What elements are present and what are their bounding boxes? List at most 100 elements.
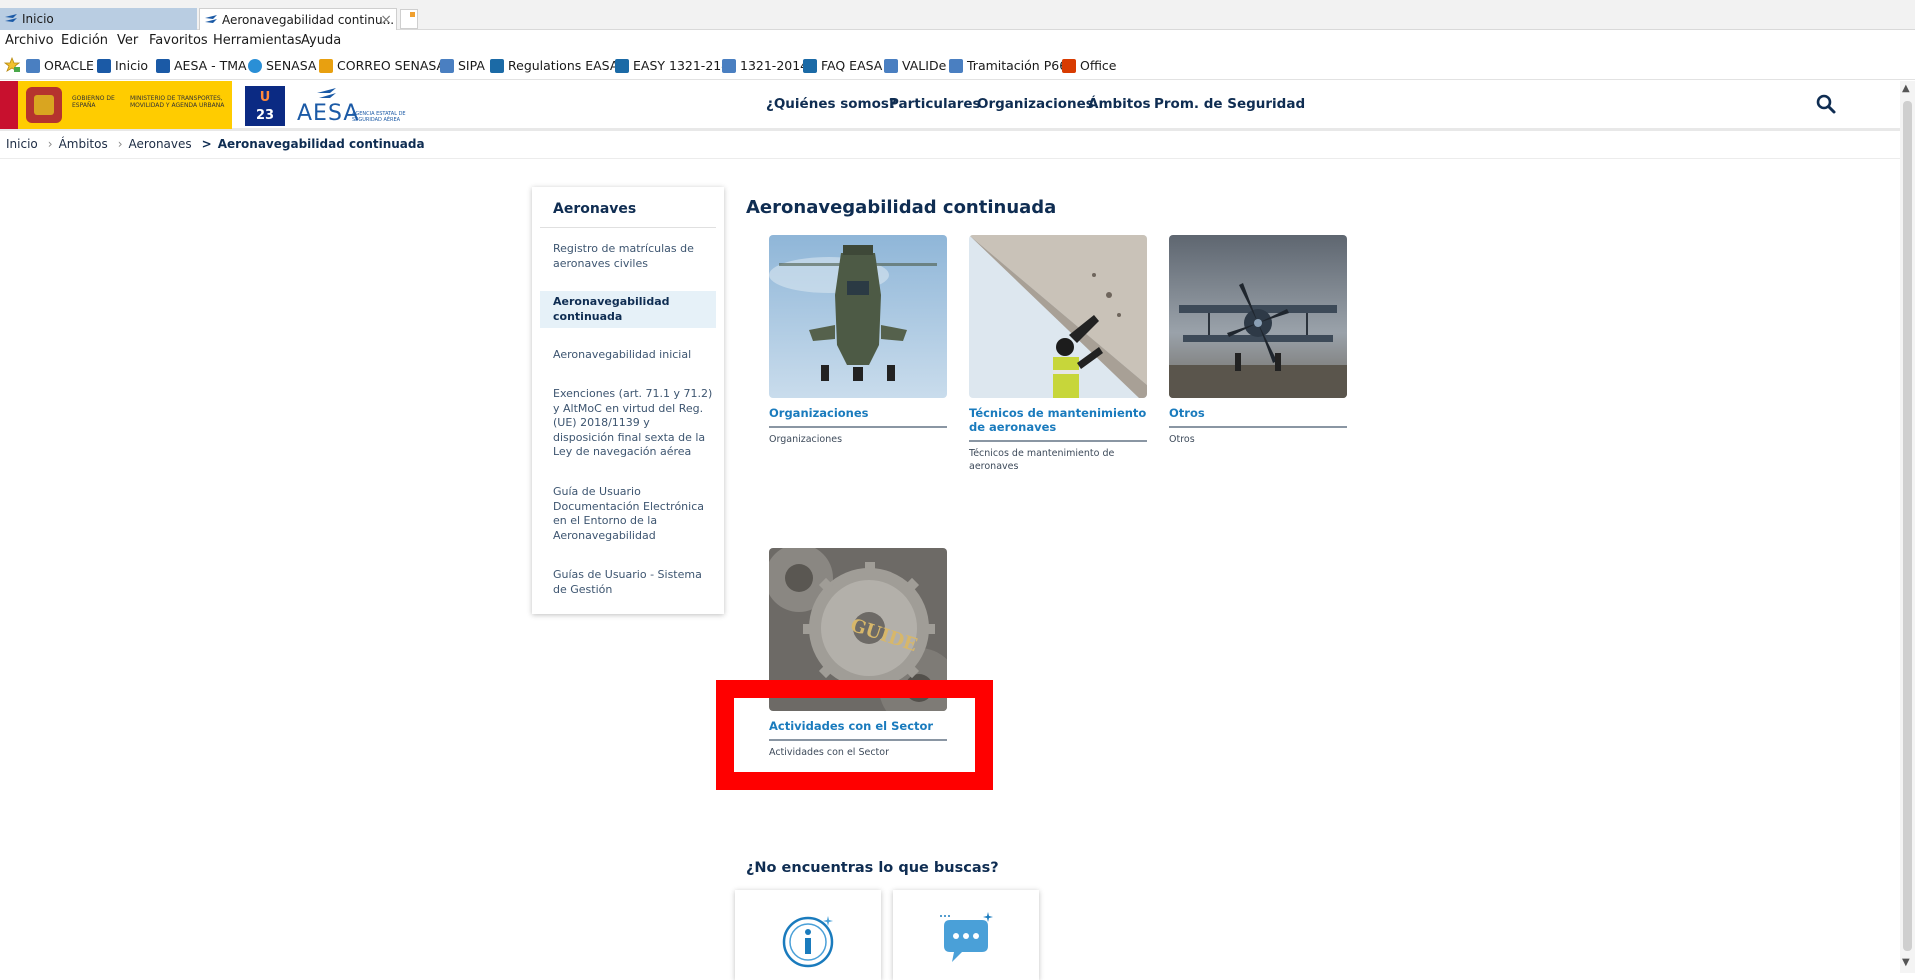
ie-page-icon: [722, 59, 736, 73]
ie-page-icon: [949, 59, 963, 73]
sidebar-item-registro[interactable]: Registro de matrículas de aeronaves civi…: [553, 242, 713, 271]
easa-icon: [803, 59, 817, 73]
aesa-icon: [97, 59, 111, 73]
site-header: GOBIERNO DE ESPAÑA MINISTERIO DE TRANSPO…: [0, 81, 1900, 131]
helicopter-image[interactable]: [769, 235, 947, 398]
nav-prom-seguridad[interactable]: Prom. de Seguridad: [1154, 96, 1305, 112]
nav-ambitos[interactable]: Ámbitos: [1088, 96, 1151, 112]
fav-regulations-easa[interactable]: Regulations EASA: [490, 58, 618, 73]
menu-ver[interactable]: Ver: [117, 33, 138, 48]
fav-1321-2014[interactable]: 1321-2014: [722, 58, 808, 73]
card-description: Técnicos de mantenimiento de aeronaves: [969, 448, 1115, 472]
fav-tramitacion-p66[interactable]: Tramitación P66: [949, 58, 1067, 73]
flag-stripe: [0, 81, 18, 129]
card-title[interactable]: Otros: [1169, 406, 1347, 420]
breadcrumb-separator: ›: [117, 137, 123, 151]
menu-herramientas[interactable]: Herramientas: [213, 33, 302, 48]
senasa-icon: [248, 59, 262, 73]
highlight-annotation-box: [716, 680, 993, 790]
aesa-favicon-icon: [5, 14, 17, 22]
breadcrumb-divider: [0, 158, 1900, 159]
card-divider: [969, 440, 1147, 442]
menu-favoritos[interactable]: Favoritos: [149, 33, 208, 48]
card-otros[interactable]: Otros Otros: [1169, 235, 1347, 455]
ie-page-icon: [440, 59, 454, 73]
vertical-scrollbar[interactable]: ▲ ▼: [1900, 81, 1915, 973]
card-tecnicos-mantenimiento[interactable]: Técnicos de mantenimiento de aeronaves T…: [969, 235, 1147, 475]
card-divider: [1169, 426, 1347, 428]
fav-office[interactable]: Office: [1062, 58, 1117, 73]
fav-aesa-tma[interactable]: AESA - TMA: [156, 58, 247, 73]
sidebar-item-aeronavegabilidad-inicial[interactable]: Aeronavegabilidad inicial: [553, 348, 713, 363]
sidebar: Aeronaves Registro de matrículas de aero…: [532, 187, 724, 614]
card-title[interactable]: Organizaciones: [769, 406, 947, 420]
nav-organizaciones[interactable]: Organizaciones: [977, 96, 1094, 112]
office-icon: [1062, 59, 1076, 73]
u23-logo: U 23: [245, 86, 285, 126]
menu-archivo[interactable]: Archivo: [5, 33, 54, 48]
ie-page-icon: [26, 59, 40, 73]
info-icon: [782, 916, 834, 968]
fav-oracle[interactable]: ORACLE: [26, 58, 94, 73]
scroll-up-icon[interactable]: ▲: [1902, 83, 1910, 94]
sidebar-item-exenciones[interactable]: Exenciones (art. 71.1 y 71.2) y AltMoC e…: [553, 387, 713, 460]
scrollbar-thumb[interactable]: [1903, 101, 1912, 951]
card-divider: [769, 426, 947, 428]
scroll-down-icon[interactable]: ▼: [1902, 957, 1910, 968]
breadcrumb-separator: >: [201, 137, 212, 151]
aesa-logo[interactable]: AESA AGENCIA ESTATAL DE SEGURIDAD AÉREA: [297, 87, 427, 126]
fav-inicio[interactable]: Inicio: [97, 58, 148, 73]
fav-senasa[interactable]: SENASA: [248, 58, 316, 73]
nav-particulares[interactable]: Particulares: [889, 96, 981, 112]
help-card-chat[interactable]: [893, 890, 1039, 980]
sidebar-divider: [540, 227, 716, 228]
menu-ayuda[interactable]: Ayuda: [301, 33, 341, 48]
help-section-title: ¿No encuentras lo que buscas?: [746, 860, 999, 876]
sidebar-item-guias-sistema-gestion[interactable]: Guías de Usuario - Sistema de Gestión: [553, 568, 713, 597]
browser-tabstrip: Inicio Aeronavegabilidad continu... ×: [0, 0, 1915, 30]
technician-image[interactable]: [969, 235, 1147, 398]
fav-faq-easa[interactable]: FAQ EASA: [803, 58, 882, 73]
breadcrumb-ambitos[interactable]: Ámbitos: [59, 137, 108, 151]
easa-icon: [615, 59, 629, 73]
aesa-icon: [156, 59, 170, 73]
tab-aeronavegabilidad[interactable]: Aeronavegabilidad continu... ×: [199, 8, 397, 30]
sidebar-item-guia-documentacion[interactable]: Guía de Usuario Documentación Electrónic…: [553, 485, 713, 543]
new-tab-button[interactable]: [400, 9, 418, 29]
chat-icon: [940, 912, 993, 962]
tab-label: Aeronavegabilidad continu...: [222, 13, 395, 27]
page-title: Aeronavegabilidad continuada: [746, 197, 1057, 218]
menu-bar: Archivo Edición Ver Favoritos Herramient…: [0, 30, 1915, 52]
breadcrumb-inicio[interactable]: Inicio: [6, 137, 38, 151]
gov-logo-text: GOBIERNO DE ESPAÑA: [72, 95, 115, 109]
fav-easy[interactable]: EASY 1321-214: [615, 58, 729, 73]
fav-correo-senasa[interactable]: CORREO SENASA: [319, 58, 445, 73]
coat-of-arms-icon: [26, 87, 62, 123]
ie-page-icon: [884, 59, 898, 73]
breadcrumb-current: Aeronavegabilidad continuada: [217, 137, 425, 151]
card-description: Otros: [1169, 434, 1195, 445]
search-icon[interactable]: [1815, 93, 1837, 115]
aesa-wing-icon: [317, 88, 336, 98]
fav-sipa[interactable]: SIPA: [440, 58, 485, 73]
aesa-favicon-icon: [205, 15, 217, 23]
tab-close-icon[interactable]: ×: [380, 9, 392, 30]
ministry-logo-text: MINISTERIO DE TRANSPORTES, MOVILIDAD Y A…: [130, 95, 225, 109]
nav-quienes-somos[interactable]: ¿Quiénes somos?: [766, 96, 897, 112]
favorites-star-icon[interactable]: [3, 56, 21, 76]
breadcrumb-aeronaves[interactable]: Aeronaves: [129, 137, 192, 151]
sidebar-item-aeronavegabilidad-continuada[interactable]: Aeronavegabilidad continuada: [540, 291, 716, 328]
tab-label: Inicio: [22, 12, 54, 26]
gobierno-logo[interactable]: GOBIERNO DE ESPAÑA MINISTERIO DE TRANSPO…: [0, 81, 232, 129]
help-card-info[interactable]: [735, 890, 881, 980]
sidebar-title[interactable]: Aeronaves: [553, 201, 636, 217]
easa-icon: [490, 59, 504, 73]
card-organizaciones[interactable]: Organizaciones Organizaciones: [769, 235, 947, 455]
favorites-bar: ORACLE Inicio AESA - TMA SENASA CORREO S…: [0, 52, 1915, 80]
menu-edicion[interactable]: Edición: [61, 33, 108, 48]
breadcrumb-separator: ›: [47, 137, 53, 151]
tab-inicio[interactable]: Inicio: [0, 8, 197, 30]
card-title[interactable]: Técnicos de mantenimiento de aeronaves: [969, 406, 1147, 434]
biplane-image[interactable]: [1169, 235, 1347, 398]
fav-valide[interactable]: VALIDe: [884, 58, 946, 73]
